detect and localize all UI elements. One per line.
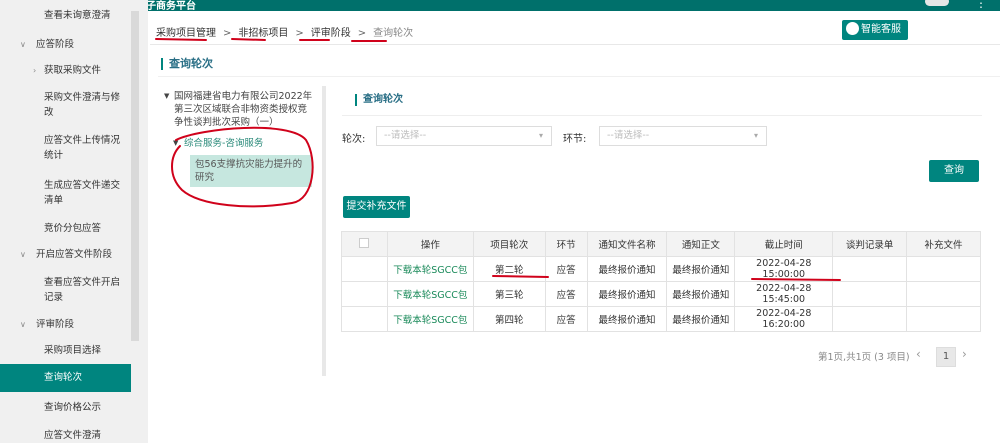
underline-mark [155,38,207,41]
underline-mark [231,38,266,41]
circle-mark [171,126,314,208]
underline-mark [492,275,549,278]
underline-mark [751,278,841,281]
red-annotation-overlay [155,38,841,281]
